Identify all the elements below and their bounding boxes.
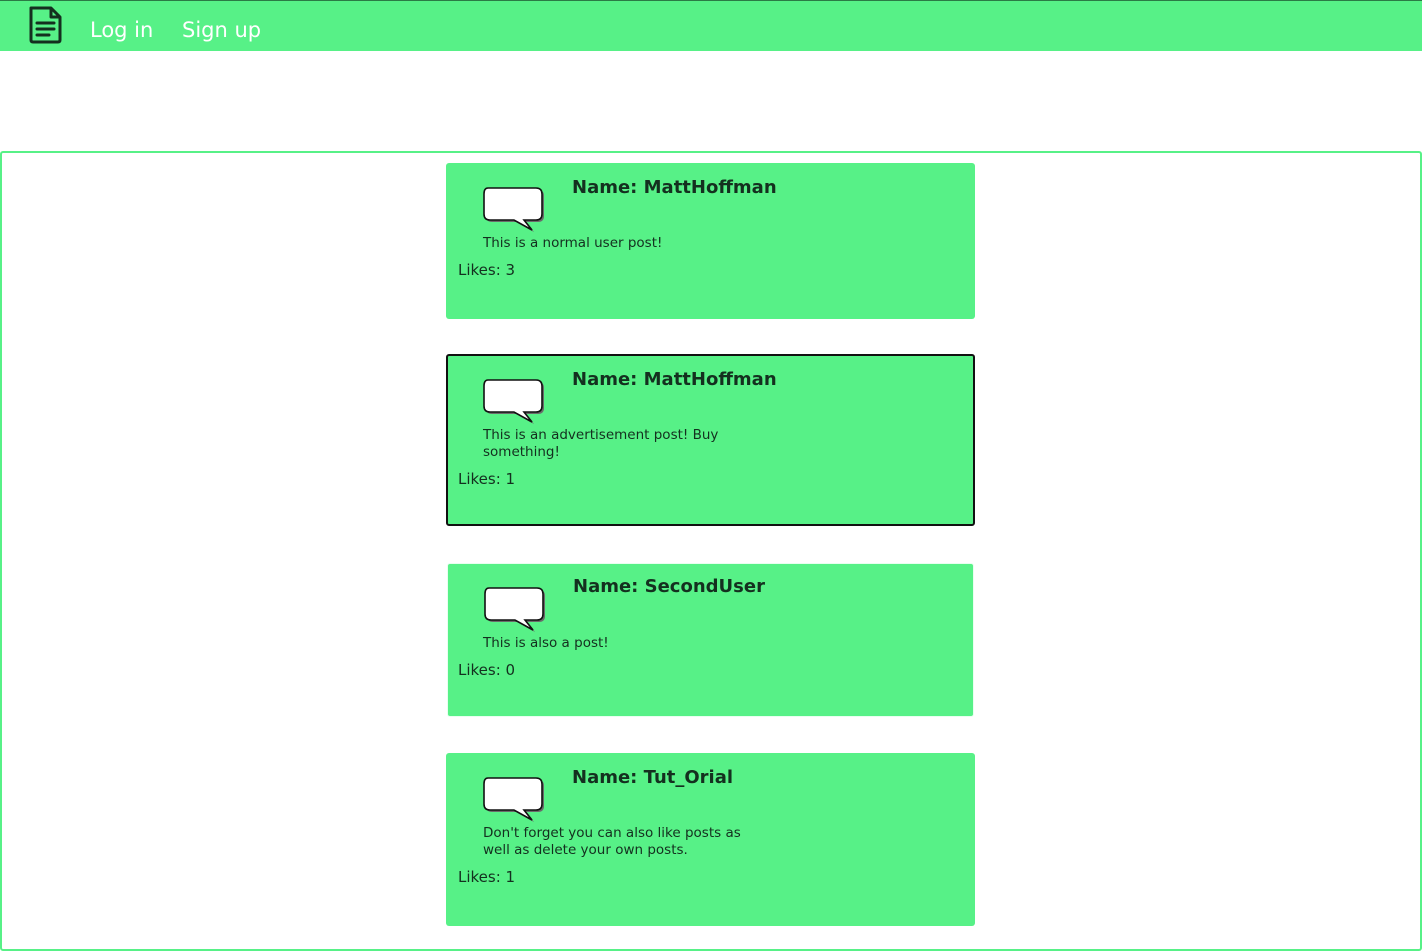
document-icon[interactable]: [27, 6, 63, 44]
post-likes: Likes: 1: [458, 868, 516, 886]
post-text: This is an advertisement post! Buy somet…: [483, 427, 719, 460]
post-author: Name: MattHoffman: [572, 369, 777, 390]
post-author: Name: MattHoffman: [572, 177, 777, 198]
post-text: This is also a post!: [483, 635, 609, 651]
post-likes: Likes: 3: [458, 261, 516, 279]
post-author: Name: SecondUser: [573, 576, 765, 597]
post-author: Name: Tut_Orial: [572, 767, 734, 788]
speech-bubble-icon: [483, 777, 544, 822]
speech-bubble-icon: [484, 587, 545, 632]
post-likes: Likes: 1: [458, 470, 516, 488]
post-text: This is a normal user post!: [483, 235, 663, 251]
post-likes: Likes: 0: [458, 661, 516, 679]
speech-bubble-icon: [483, 379, 544, 424]
post-card-advertisement[interactable]: Name: MattHoffman This is an advertiseme…: [446, 354, 975, 526]
post-card[interactable]: Name: MattHoffman This is a normal user …: [446, 163, 975, 319]
post-card[interactable]: Name: SecondUser This is also a post! Li…: [447, 563, 974, 717]
login-link[interactable]: Log in: [90, 15, 153, 45]
speech-bubble-icon: [483, 187, 544, 232]
signup-link[interactable]: Sign up: [182, 15, 261, 45]
top-navbar: Log in Sign up: [0, 0, 1422, 51]
post-card[interactable]: Name: Tut_Orial Don't forget you can als…: [446, 753, 975, 926]
post-text: Don't forget you can also like posts as …: [483, 825, 741, 858]
